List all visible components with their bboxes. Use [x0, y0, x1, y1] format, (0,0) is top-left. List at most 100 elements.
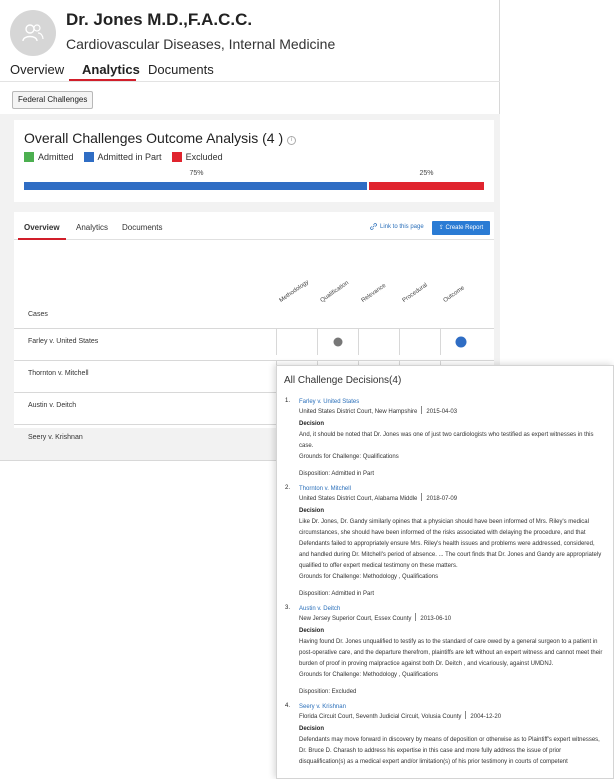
- court-name: New Jersey Superior Court, Essex County: [299, 616, 412, 622]
- outcome-title: Overall Challenges Outcome Analysis (4 )…: [24, 130, 297, 146]
- decision-disposition: Disposition: Excluded: [299, 689, 357, 695]
- column-header-methodology: Methodology: [278, 279, 311, 304]
- decision-date: 2015-04-03: [426, 409, 458, 415]
- decision-item: 2. Thornton v. Mitchell United States Dist…: [285, 485, 603, 599]
- decision-text: Defendants may move forward in discovery…: [299, 737, 600, 765]
- decision-grounds: Grounds for Challenge: Methodology , Qua…: [299, 672, 439, 678]
- decision-number: 2.: [285, 485, 291, 491]
- legend-swatch: [83, 152, 94, 162]
- outcome-stacked-bar: 75% 25%: [24, 170, 484, 190]
- column-header-relevance: Relevance: [360, 282, 388, 304]
- case-name[interactable]: Seery v. Krishnan: [28, 434, 83, 441]
- decision-case-link[interactable]: Thornton v. Mitchell: [299, 485, 603, 493]
- bar-segment-label: 25%: [419, 170, 434, 177]
- decision-court: New Jersey Superior Court, Essex County 2…: [299, 613, 603, 624]
- decision-disposition: Disposition: Admitted in Part: [299, 471, 375, 477]
- link-icon: [370, 223, 377, 230]
- matrix-cell: [440, 329, 481, 355]
- info-icon[interactable]: i: [287, 136, 297, 145]
- legend-label: Admitted: [38, 152, 74, 162]
- divider: [0, 81, 500, 82]
- legend-item-admitted: Admitted: [24, 152, 74, 162]
- court-name: United States District Court, Alabama Mi…: [299, 496, 418, 502]
- outcome-title-text: Overall Challenges Outcome Analysis (4 ): [24, 130, 284, 146]
- decision-heading: Decision: [299, 508, 325, 514]
- matrix-cell: [399, 329, 440, 355]
- case-name[interactable]: Thornton v. Mitchell: [28, 370, 89, 377]
- column-header-outcome: Outcome: [442, 285, 466, 304]
- decision-heading: Decision: [299, 628, 325, 634]
- federal-challenges-filter[interactable]: Federal Challenges: [12, 91, 94, 109]
- decision-text: Like Dr. Jones, Dr. Gandy similarly opin…: [299, 519, 602, 569]
- legend-swatch: [171, 152, 182, 162]
- challenge-decisions-panel: All Challenge Decisions(4) 1. Farley v. U…: [276, 365, 614, 779]
- decision-court: United States District Court, Alabama Mi…: [299, 493, 603, 504]
- decisions-title: All Challenge Decisions(4): [284, 375, 402, 386]
- doctor-specialty: Cardiovascular Diseases, Internal Medici…: [66, 36, 336, 52]
- decision-number: 4.: [285, 703, 291, 709]
- tab-analytics[interactable]: Analytics: [82, 62, 140, 77]
- challenge-dot: [333, 337, 343, 347]
- decision-item: 1. Farley v. United States United States D…: [285, 398, 603, 479]
- decision-date: 2004-12-20: [470, 714, 502, 720]
- decision-case-link[interactable]: Seery v. Krishnan: [299, 703, 603, 711]
- legend-item-excluded: Excluded: [171, 152, 223, 162]
- decision-date: 2018-07-09: [426, 496, 458, 502]
- decision-item: 3. Austin v. Deitch New Jersey Superior Co…: [285, 605, 603, 697]
- decision-number: 3.: [285, 605, 291, 611]
- matrix-cell: [276, 329, 317, 355]
- divider: [415, 613, 417, 621]
- divider: [421, 493, 423, 501]
- share-icon: ⇪: [438, 225, 446, 231]
- divider: [421, 406, 423, 414]
- decision-heading: Decision: [299, 726, 325, 732]
- outcome-legend: Admitted Admitted in Part Excluded: [24, 152, 223, 162]
- create-report-button[interactable]: ⇪ Create Report: [432, 221, 490, 235]
- tab-overview[interactable]: Overview: [10, 62, 64, 77]
- case-name[interactable]: Austin v. Deitch: [28, 402, 76, 409]
- subtab-documents[interactable]: Documents: [122, 223, 162, 232]
- subtab-overview[interactable]: Overview: [24, 223, 60, 232]
- decision-text: And, it should be noted that Dr. Jones w…: [299, 432, 594, 449]
- matrix-cell: [358, 329, 399, 355]
- decisions-list: 1. Farley v. United States United States D…: [285, 398, 603, 774]
- decision-text: Having found Dr. Jones unqualified to te…: [299, 639, 603, 667]
- decision-disposition: Disposition: Admitted in Part: [299, 591, 375, 597]
- link-to-page-label: Link to this page: [380, 223, 424, 230]
- outcome-dot: [455, 336, 467, 348]
- decision-court: United States District Court, New Hampsh…: [299, 406, 603, 417]
- tab-documents[interactable]: Documents: [148, 62, 214, 77]
- legend-item-admitted-in-part: Admitted in Part: [83, 152, 162, 162]
- outcome-analysis-card: Overall Challenges Outcome Analysis (4 )…: [14, 120, 494, 202]
- doctor-name: Dr. Jones M.D.,F.A.C.C.: [66, 10, 253, 29]
- decision-case-link[interactable]: Farley v. United States: [299, 398, 603, 406]
- court-name: Florida Circuit Court, Seventh Judicial …: [299, 714, 462, 720]
- active-subtab-indicator: [18, 238, 66, 240]
- matrix-cell: [317, 329, 358, 355]
- decision-grounds: Grounds for Challenge: Qualifications: [299, 454, 399, 460]
- divider: [465, 711, 467, 719]
- decision-case-link[interactable]: Austin v. Deitch: [299, 605, 603, 613]
- user-group-icon: [22, 24, 44, 42]
- create-report-label: Create Report: [445, 225, 484, 231]
- decision-number: 1.: [285, 398, 291, 404]
- bar-segment: [24, 182, 367, 190]
- decision-heading: Decision: [299, 421, 325, 427]
- bar-segment: [369, 182, 484, 190]
- decision-item: 4. Seery v. Krishnan Florida Circuit Court…: [285, 703, 603, 768]
- decision-grounds: Grounds for Challenge: Methodology , Qua…: [299, 574, 439, 580]
- column-header-procedural: Procedural: [401, 282, 429, 304]
- case-name[interactable]: Farley v. United States: [28, 338, 98, 345]
- legend-label: Admitted in Part: [97, 152, 162, 162]
- link-to-page[interactable]: Link to this page: [370, 223, 424, 230]
- legend-swatch: [24, 152, 34, 162]
- subtab-analytics[interactable]: Analytics: [76, 223, 108, 232]
- sub-tab-bar: Overview Analytics Documents Link to thi…: [14, 212, 494, 240]
- avatar: [10, 10, 56, 56]
- bar-segment-label: 75%: [189, 170, 204, 177]
- matrix-row: Farley v. United States: [14, 328, 494, 355]
- decision-date: 2013-06-10: [420, 616, 452, 622]
- cases-column-header: Cases: [28, 311, 48, 318]
- column-header-qualification: Qualification: [319, 280, 351, 304]
- decision-court: Florida Circuit Court, Seventh Judicial …: [299, 711, 603, 722]
